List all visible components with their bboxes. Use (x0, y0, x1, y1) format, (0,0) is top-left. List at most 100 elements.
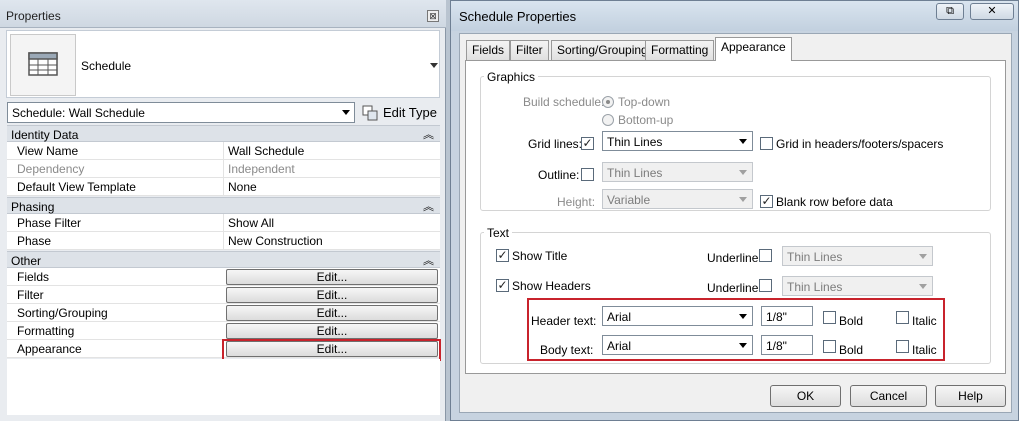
height-label: Height: (557, 195, 596, 209)
chevron-down-icon (342, 110, 350, 115)
grid-in-headers-checkbox[interactable] (760, 137, 773, 150)
tab-formatting[interactable]: Formatting (645, 40, 715, 60)
tab-appearance[interactable]: Appearance (715, 37, 792, 61)
type-preview: Schedule (6, 30, 440, 98)
underline-headers-checkbox[interactable] (759, 279, 772, 292)
bottom-up-radio[interactable] (602, 114, 614, 126)
sorting-grouping-edit-button[interactable]: Edit... (226, 305, 438, 321)
close-icon[interactable]: ⊠ (427, 10, 439, 22)
grid-lines-select[interactable]: Thin Lines (602, 131, 753, 151)
blank-row-checkbox[interactable]: ✓ (760, 195, 773, 208)
edit-type-button[interactable]: Edit Type (362, 103, 438, 123)
build-schedule-label: Build schedule: (523, 95, 605, 109)
appearance-tab-pane: Graphics Build schedule: Top-down Bottom… (465, 60, 1006, 374)
property-key: Formatting (17, 324, 75, 338)
help-button[interactable]: Help (935, 385, 1006, 407)
show-headers-label: Show Headers (512, 279, 591, 293)
tab-fields[interactable]: Fields (466, 40, 511, 60)
collapse-icon[interactable]: ︽ (423, 252, 434, 268)
cancel-button[interactable]: Cancel (850, 385, 927, 407)
text-legend: Text (484, 226, 513, 240)
outline-checkbox[interactable] (581, 168, 594, 181)
underline-headers-label: Underline: (707, 281, 762, 295)
group-label: Other (11, 254, 42, 268)
property-row: Filter Edit... (7, 286, 440, 304)
type-selector-value: Schedule: Wall Schedule (12, 106, 145, 120)
show-headers-checkbox[interactable]: ✓ (496, 279, 509, 292)
group-other[interactable]: Other ︽ (7, 251, 440, 268)
property-key: Appearance (17, 342, 82, 356)
properties-title: Properties (6, 9, 61, 23)
group-identity-data[interactable]: Identity Data ︽ (7, 125, 440, 142)
grid-lines-checkbox[interactable]: ✓ (581, 137, 594, 150)
show-title-checkbox[interactable]: ✓ (496, 249, 509, 262)
underline-headers-select[interactable]: Thin Lines (782, 276, 933, 296)
outline-label: Outline: (538, 168, 580, 182)
chevron-down-icon (919, 254, 927, 259)
chevron-down-icon (739, 197, 747, 202)
fields-edit-button[interactable]: Edit... (226, 269, 438, 285)
property-value[interactable]: Show All (228, 216, 274, 230)
show-title-label: Show Title (512, 249, 568, 263)
appearance-highlight (222, 339, 441, 361)
chevron-down-icon (739, 170, 747, 175)
grid-in-headers-label: Grid in headers/footers/spacers (776, 137, 944, 151)
formatting-edit-button[interactable]: Edit... (226, 323, 438, 339)
property-key: Sorting/Grouping (17, 306, 108, 320)
outline-select[interactable]: Thin Lines (602, 162, 753, 182)
dialog-body: Fields Filter Sorting/Grouping Formattin… (459, 33, 1012, 413)
property-row: Phase Filter Show All (7, 214, 440, 232)
property-row: Fields Edit... (7, 268, 440, 286)
height-select[interactable]: Variable (602, 189, 753, 209)
top-down-radio[interactable] (602, 96, 614, 108)
property-row: Dependency Independent (7, 160, 440, 178)
underline-title-value: Thin Lines (787, 250, 843, 264)
type-selector[interactable]: Schedule: Wall Schedule (7, 102, 355, 123)
property-row: Formatting Edit... (7, 322, 440, 340)
grid-lines-value: Thin Lines (607, 135, 663, 149)
property-value: Independent (228, 162, 295, 176)
property-row: Default View Template None (7, 178, 440, 196)
underline-title-checkbox[interactable] (759, 249, 772, 262)
restore-icon[interactable]: ⧉ (936, 3, 964, 20)
schedule-properties-dialog: Schedule Properties ⧉ ✕ Fields Filter So… (450, 0, 1019, 421)
blank-row-label: Blank row before data (776, 195, 893, 209)
group-phasing[interactable]: Phasing ︽ (7, 197, 440, 214)
properties-panel: Properties ⊠ Schedule Schedule: Wall Sch… (0, 0, 446, 421)
property-key: Fields (17, 270, 50, 284)
property-value[interactable]: Wall Schedule (228, 144, 304, 158)
collapse-icon[interactable]: ︽ (423, 198, 434, 214)
property-value[interactable]: None (228, 180, 257, 194)
top-down-label: Top-down (618, 95, 671, 109)
underline-title-select[interactable]: Thin Lines (782, 246, 933, 266)
tab-sorting-grouping[interactable]: Sorting/Grouping (551, 40, 654, 60)
property-value[interactable]: New Construction (228, 234, 323, 248)
property-key: Dependency (17, 162, 85, 176)
filter-edit-button[interactable]: Edit... (226, 287, 438, 303)
outline-value: Thin Lines (607, 166, 663, 180)
grid-lines-label: Grid lines: (528, 137, 583, 151)
chevron-down-icon (919, 284, 927, 289)
tab-filter[interactable]: Filter (510, 40, 549, 60)
height-value: Variable (607, 193, 651, 207)
collapse-icon[interactable]: ︽ (423, 126, 434, 142)
text-font-highlight (527, 298, 945, 361)
chevron-down-icon (739, 139, 747, 144)
group-label: Phasing (11, 200, 55, 214)
type-dropdown-arrow-icon[interactable] (430, 63, 438, 68)
property-row: Sorting/Grouping Edit... (7, 304, 440, 322)
underline-headers-value: Thin Lines (787, 280, 843, 294)
dialog-title: Schedule Properties (459, 9, 577, 24)
property-key: Phase (17, 234, 52, 248)
dialog-title-bar: Schedule Properties ⧉ ✕ (451, 1, 1018, 31)
close-icon[interactable]: ✕ (970, 3, 1014, 20)
property-row: View Name Wall Schedule (7, 142, 440, 160)
edit-type-label: Edit Type (383, 105, 437, 120)
empty-grid-area (7, 359, 440, 415)
ok-button[interactable]: OK (770, 385, 841, 407)
schedule-table-icon (10, 34, 76, 96)
group-label: Identity Data (11, 128, 79, 142)
bottom-up-label: Bottom-up (618, 113, 674, 127)
property-key: View Name (17, 144, 79, 158)
edit-type-icon (362, 105, 378, 121)
